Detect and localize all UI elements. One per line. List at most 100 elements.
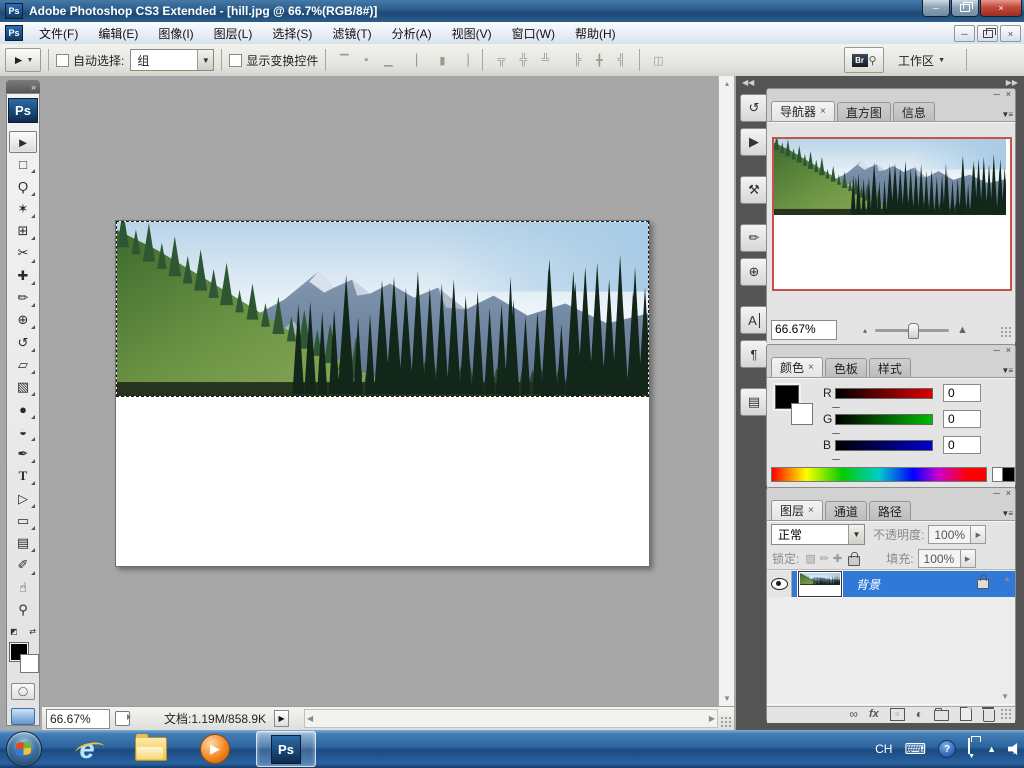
- collapse-dock-icon[interactable]: ◀◀: [742, 78, 754, 87]
- tab-color[interactable]: 颜色 ×: [771, 357, 823, 377]
- restore-windows-tray-icon[interactable]: ▼: [968, 737, 975, 760]
- photoshop-taskbar-button[interactable]: Ps: [256, 731, 316, 767]
- resize-grip[interactable]: [720, 716, 733, 729]
- layer-thumbnail[interactable]: [798, 571, 842, 597]
- align-top-button[interactable]: ▔: [333, 50, 355, 70]
- panel-minimize-icon[interactable]: ─: [993, 489, 999, 498]
- panel-close-icon[interactable]: ×: [1006, 346, 1011, 355]
- link-layers-button[interactable]: ∞: [849, 707, 858, 721]
- auto-select-dropdown[interactable]: 组 ▼: [130, 49, 215, 71]
- distribute-bottom-button[interactable]: ╩: [534, 50, 556, 70]
- quick-mask-button[interactable]: ◯: [11, 682, 35, 701]
- tab-channels[interactable]: 通道: [824, 501, 867, 520]
- swap-colors-icon[interactable]: ⇄: [29, 627, 36, 636]
- shape-tool[interactable]: ▭: [9, 510, 37, 532]
- panel-menu-icon[interactable]: ▼≡: [1001, 366, 1013, 375]
- align-vcenter-button[interactable]: ▪: [355, 50, 377, 70]
- brushes-panel-button[interactable]: ✏: [740, 224, 768, 252]
- visibility-toggle[interactable]: [767, 571, 792, 597]
- lock-transparency-icon[interactable]: ▨: [805, 552, 815, 565]
- panel-menu-icon[interactable]: ▼≡: [1001, 509, 1013, 518]
- show-hidden-icons-button[interactable]: ▲: [987, 744, 996, 754]
- panel-resize-grip[interactable]: [1000, 326, 1013, 339]
- zoom-in-icon[interactable]: ▲: [957, 324, 968, 336]
- tab-swatches[interactable]: 色板: [824, 358, 867, 377]
- layer-scroll-down-icon[interactable]: ▼: [1001, 692, 1009, 701]
- opacity-field[interactable]: 100% ▶: [928, 525, 987, 544]
- blur-tool[interactable]: ●: [9, 398, 37, 420]
- slider-thumb[interactable]: [908, 322, 920, 339]
- lasso-tool[interactable]: Ϙ: [9, 175, 37, 197]
- keyboard-icon[interactable]: ⌨: [904, 740, 926, 758]
- scroll-down-icon[interactable]: ▼: [719, 691, 735, 706]
- doc-close-button[interactable]: ×: [1000, 25, 1021, 42]
- scroll-right-icon[interactable]: ▶: [709, 714, 715, 723]
- status-flyout-button[interactable]: ▶: [274, 710, 290, 727]
- move-tool[interactable]: ►: [9, 130, 37, 154]
- history-brush-tool[interactable]: ↺: [9, 331, 37, 353]
- navigator-proxy-view[interactable]: [772, 137, 1012, 291]
- panel-resize-grip[interactable]: [1000, 708, 1013, 721]
- volume-button[interactable]: ): [1008, 743, 1018, 756]
- fill-field[interactable]: 100% ▶: [917, 549, 976, 568]
- background-color-swatch[interactable]: [791, 403, 813, 425]
- expand-dock-icon[interactable]: ▶▶: [1006, 78, 1018, 87]
- layer-style-button[interactable]: fx: [869, 708, 879, 720]
- quick-selection-tool[interactable]: ✶: [9, 198, 37, 220]
- help-tray-icon[interactable]: ?: [938, 740, 957, 758]
- default-colors-icon[interactable]: ◩: [10, 627, 18, 636]
- distribute-top-button[interactable]: ╦: [490, 50, 512, 70]
- restore-button[interactable]: [951, 0, 979, 17]
- channel-b-slider[interactable]: [832, 439, 933, 459]
- status-zoom-field[interactable]: 66.67%: [46, 708, 110, 729]
- navigator-zoom-slider[interactable]: [875, 322, 950, 339]
- slice-tool[interactable]: ✂: [9, 242, 37, 264]
- image-selection[interactable]: [116, 221, 649, 397]
- panel-close-icon[interactable]: ×: [1006, 489, 1011, 498]
- dodge-tool[interactable]: ◒: [9, 421, 37, 443]
- tab-close-icon[interactable]: ×: [808, 362, 814, 373]
- add-mask-button[interactable]: ○: [889, 707, 905, 721]
- zoom-tool[interactable]: ⚲: [9, 599, 37, 621]
- start-button[interactable]: [6, 731, 42, 767]
- flyout-arrow-icon[interactable]: ▶: [959, 550, 975, 567]
- minimize-button[interactable]: ─: [922, 0, 950, 17]
- show-transform-checkbox[interactable]: [229, 53, 243, 67]
- panel-close-icon[interactable]: ×: [1006, 90, 1011, 99]
- clone-stamp-tool[interactable]: ⊕: [9, 309, 37, 331]
- tab-navigator[interactable]: 导航器 ×: [771, 101, 835, 121]
- new-layer-button[interactable]: [960, 707, 972, 721]
- zoom-out-icon[interactable]: ▴: [863, 326, 867, 335]
- tab-histogram[interactable]: 直方图: [836, 102, 891, 121]
- tab-layers[interactable]: 图层 ×: [771, 500, 823, 520]
- channel-r-slider[interactable]: [832, 387, 933, 407]
- tab-close-icon[interactable]: ×: [820, 106, 826, 117]
- layer-comps-panel-button[interactable]: ▤: [740, 388, 768, 416]
- media-player-button[interactable]: ▶: [196, 733, 234, 765]
- distribute-left-button[interactable]: ╠: [566, 50, 588, 70]
- crop-tool[interactable]: ⊞: [9, 220, 37, 242]
- history-panel-button[interactable]: ↺: [740, 94, 768, 122]
- document-canvas[interactable]: [115, 220, 650, 567]
- align-right-button[interactable]: ▕: [453, 50, 475, 70]
- menu-help[interactable]: 帮助(H): [565, 22, 626, 44]
- go-to-bridge-button[interactable]: Br ⚲: [844, 47, 885, 73]
- tab-paths[interactable]: 路径: [868, 501, 911, 520]
- close-button[interactable]: ×: [980, 0, 1022, 17]
- distribute-vcenter-button[interactable]: ╬: [512, 50, 534, 70]
- internet-explorer-button[interactable]: e: [68, 733, 106, 765]
- notes-tool[interactable]: ▤: [9, 532, 37, 554]
- lock-all-icon[interactable]: [848, 551, 861, 566]
- scroll-left-icon[interactable]: ◀: [307, 714, 313, 723]
- auto-select-checkbox[interactable]: [56, 53, 69, 67]
- lock-position-icon[interactable]: ✚: [833, 552, 842, 565]
- workspace-dropdown[interactable]: 工作区 ▼: [898, 52, 945, 69]
- align-bottom-button[interactable]: ▁: [377, 50, 399, 70]
- spectrum-black-swatch[interactable]: [1002, 467, 1015, 482]
- blend-mode-dropdown[interactable]: 正常 ▼: [771, 524, 865, 545]
- scroll-up-icon[interactable]: ▴: [719, 76, 735, 91]
- marquee-tool[interactable]: □: [9, 153, 37, 175]
- language-indicator[interactable]: CH: [875, 742, 892, 756]
- delete-layer-button[interactable]: [982, 706, 995, 722]
- menu-layer[interactable]: 图层(L): [204, 22, 263, 44]
